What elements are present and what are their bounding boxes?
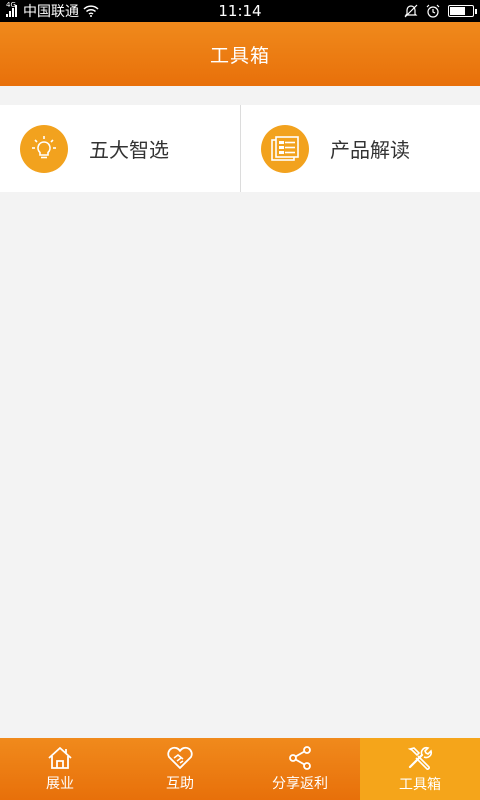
tools-icon	[407, 746, 433, 770]
tool-grid: 五大智选 产品解读	[0, 105, 480, 192]
share-icon	[289, 745, 311, 770]
bottom-nav: 展业 互助 分享返利 工具箱	[0, 738, 480, 800]
heart-handshake-icon	[167, 746, 193, 769]
nav-label: 展业	[46, 775, 74, 792]
tool-label: 五大智选	[89, 138, 169, 162]
tool-card-product-interpretation[interactable]: 产品解读	[240, 105, 480, 192]
alarm-icon	[426, 4, 440, 18]
nav-label: 分享返利	[272, 775, 328, 792]
lightbulb-icon	[20, 124, 68, 173]
status-right	[404, 0, 477, 22]
home-icon	[48, 746, 72, 769]
tool-card-five-picks[interactable]: 五大智选	[0, 105, 240, 192]
notification-mute-icon	[404, 4, 418, 18]
nav-label: 工具箱	[399, 776, 441, 793]
page-title: 工具箱	[209, 44, 270, 67]
tool-label: 产品解读	[330, 138, 410, 162]
battery-icon	[448, 5, 477, 17]
nav-item-business[interactable]: 展业	[0, 738, 120, 800]
status-bar: 4G 中国联通 11:14	[0, 0, 480, 22]
nav-item-toolbox[interactable]: 工具箱	[360, 738, 480, 800]
nav-item-share-rebate[interactable]: 分享返利	[240, 738, 360, 800]
nav-item-mutual-aid[interactable]: 互助	[120, 738, 240, 800]
app-header: 工具箱	[0, 22, 480, 86]
nav-label: 互助	[166, 775, 194, 792]
battery-level	[450, 7, 466, 15]
document-list-icon	[261, 124, 309, 173]
